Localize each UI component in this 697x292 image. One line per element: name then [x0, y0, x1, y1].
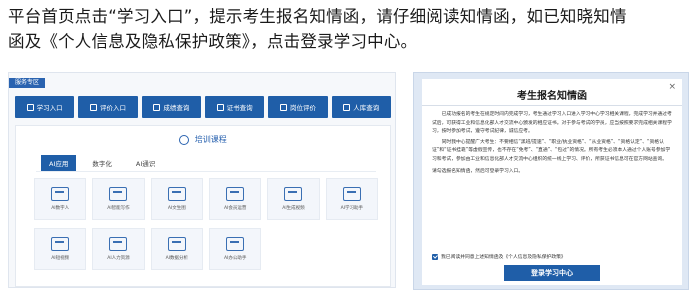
- course-card[interactable]: AI会员运营: [208, 178, 262, 220]
- study-entry-label: 学习入口: [36, 104, 63, 112]
- title-divider: [422, 105, 682, 106]
- course-icon: [226, 187, 245, 201]
- course-icon: [284, 187, 303, 201]
- login-icon: [26, 103, 34, 111]
- course-label: AI人力资源: [107, 256, 130, 261]
- instruction-line-2: 函及《个人信息及隐私保护政策》，点击登录学习中心。: [8, 32, 418, 51]
- course-label: AI智能写作: [107, 206, 130, 211]
- tab-ai-application[interactable]: AI应用: [41, 155, 77, 171]
- category-tabs: AI应用 数字化 AI通识: [41, 155, 163, 171]
- course-label: AI办公助手: [223, 256, 247, 261]
- tab-digitalization[interactable]: 数字化: [84, 155, 120, 171]
- course-label: AI短视频: [51, 256, 70, 261]
- course-card[interactable]: AI数字人: [34, 178, 87, 220]
- evaluation-entry-button[interactable]: 评价入口: [78, 96, 138, 118]
- instruction-line-1: 平台首页点击“学习入口”，提示考生报名知情函，请仔细阅读知情函，如已知晓知情: [8, 7, 627, 26]
- score-icon: [153, 103, 161, 111]
- course-icon: [51, 187, 70, 201]
- tab-divider: [36, 171, 376, 172]
- course-card[interactable]: AI生成视频: [267, 178, 320, 220]
- notice-dialog: 考生报名知情函 × 已成功报名的考生在规定时间内完成学习，考生通过学习入口进入学…: [422, 79, 682, 285]
- notice-paragraph-1: 已成功报名的考生在规定时间内完成学习，考生通过学习入口进入学习中心学习相关课程，…: [432, 112, 672, 134]
- training-logo-icon: [179, 134, 190, 145]
- instruction-text: 平台首页点击“学习入口”，提示考生报名知情函，请仔细阅读知情函，如已知晓知情 函…: [8, 4, 690, 54]
- evaluation-entry-label: 评价入口: [99, 104, 126, 112]
- course-label: AI数据分析: [165, 256, 189, 261]
- login-study-center-button[interactable]: 登录学习中心: [504, 265, 600, 281]
- certificate-icon: [216, 103, 224, 111]
- position-evaluation-label: 岗位评价: [289, 104, 316, 112]
- certificate-query-label: 证书查询: [226, 104, 253, 112]
- course-card[interactable]: AI办公助手: [208, 228, 262, 270]
- course-label: AI文生图: [167, 206, 186, 211]
- certificate-query-button[interactable]: 证书查询: [204, 96, 265, 118]
- agree-checkbox[interactable]: [432, 253, 438, 260]
- course-icon: [109, 187, 128, 201]
- course-label: AI数字人: [51, 206, 70, 211]
- course-grid: AI数字人 AI智能写作 AI文生图 AI会员运营 AI生成视频 AI学习助手 …: [34, 178, 378, 270]
- position-evaluation-button[interactable]: 岗位评价: [268, 96, 328, 118]
- course-card[interactable]: AI人力资源: [92, 228, 145, 270]
- notice-dialog-screenshot: 考生报名知情函 × 已成功报名的考生在规定时间内完成学习，考生通过学习入口进入学…: [413, 72, 689, 290]
- notice-paragraph-2: 同时我中心提醒广大考生：不要相信“黑班/提速”、“职业/执业资格”、“从业资格”…: [432, 139, 671, 162]
- course-icon: [342, 187, 361, 201]
- score-query-button[interactable]: 成绩查询: [141, 96, 201, 118]
- course-card[interactable]: AI文生图: [150, 178, 203, 220]
- agree-row[interactable]: 我已阅读并同意上述知情函及《个人信息及隐私保护政策》: [432, 253, 566, 260]
- course-card[interactable]: AI数据分析: [150, 228, 203, 270]
- training-title: 培训课程: [16, 134, 390, 145]
- service-button-row: 学习入口 评价入口 成绩查询 证书查询 岗位评价 人库查询: [15, 96, 391, 118]
- close-icon[interactable]: ×: [668, 82, 676, 92]
- position-icon: [279, 103, 287, 111]
- course-icon: [109, 237, 128, 251]
- training-courses-section: 培训课程 AI应用 数字化 AI通识 AI数字人 AI智能写作 AI文生图 AI…: [15, 125, 391, 287]
- evaluation-icon: [89, 103, 97, 111]
- notice-body: 已成功报名的考生在规定时间内完成学习，考生通过学习入口进入学习中心学习相关课程，…: [432, 111, 672, 179]
- course-label: AI生成视频: [282, 206, 305, 211]
- course-icon: [226, 237, 245, 251]
- tab-ai-general[interactable]: AI通识: [128, 155, 163, 171]
- database-query-label: 人库查询: [353, 104, 380, 112]
- notice-title: 考生报名知情函: [517, 91, 587, 102]
- score-query-label: 成绩查询: [163, 104, 190, 112]
- notice-reminder: 请勾选报名知情函，然后可登录学习入口。: [432, 169, 524, 174]
- agree-label: 我已阅读并同意上述知情函及《个人信息及隐私保护政策》: [441, 255, 566, 260]
- course-card[interactable]: AI智能写作: [92, 178, 145, 220]
- database-query-button[interactable]: 人库查询: [331, 96, 391, 118]
- database-icon: [343, 103, 351, 111]
- course-card[interactable]: AI学习助手: [325, 178, 378, 220]
- homepage-screenshot: 服务专区 学习入口 评价入口 成绩查询 证书查询 岗位评价 人库查询 培训课程 …: [8, 72, 396, 288]
- course-label: AI会员运营: [223, 206, 247, 211]
- training-title-label: 培训课程: [194, 135, 227, 144]
- course-icon: [167, 237, 186, 251]
- service-area-tag: 服务专区: [9, 78, 46, 88]
- course-label: AI学习助手: [340, 206, 364, 211]
- course-card[interactable]: AI短视频: [34, 228, 87, 270]
- course-icon: [167, 187, 186, 201]
- course-icon: [51, 237, 70, 251]
- study-entry-button[interactable]: 学习入口: [15, 96, 75, 118]
